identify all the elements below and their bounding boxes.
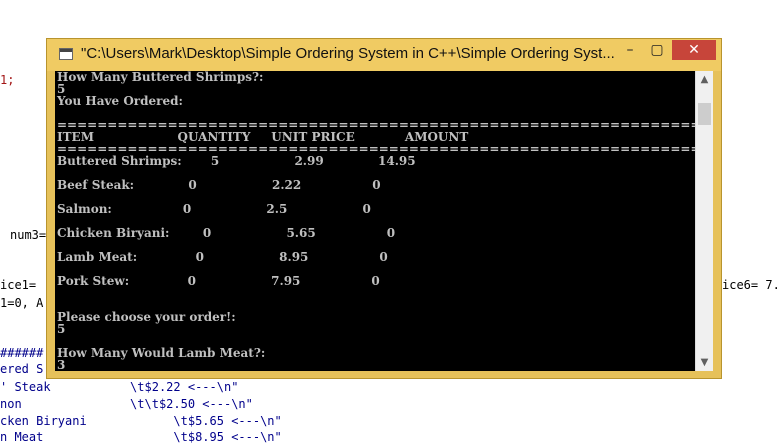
maximize-button[interactable]: ▢ bbox=[644, 40, 670, 60]
console-line: 3 bbox=[57, 358, 66, 371]
vertical-scrollbar[interactable]: ▲ ▼ bbox=[695, 71, 713, 371]
console-app-icon[interactable] bbox=[59, 48, 73, 60]
scrollbar-thumb[interactable] bbox=[698, 103, 711, 125]
console-line: Pork Stew: 0 7.95 0 bbox=[57, 274, 380, 288]
console-line: How Many Would Lamb Meat?: bbox=[57, 346, 266, 360]
code-fragment: ###### bbox=[0, 346, 44, 360]
console-line: You Have Ordered: bbox=[57, 94, 183, 108]
code-fragment: ered S bbox=[0, 362, 44, 376]
console-line: How Many Buttered Shrimps?: bbox=[57, 71, 264, 84]
console-line: Beef Steak: 0 2.22 0 bbox=[57, 178, 381, 192]
code-fragment: ice6= 7. bbox=[722, 278, 779, 292]
minimize-button[interactable]: – bbox=[617, 40, 643, 60]
console-line: Chicken Biryani: 0 5.65 0 bbox=[57, 226, 396, 240]
scroll-up-arrow-icon[interactable]: ▲ bbox=[696, 71, 713, 88]
code-fragment: 1; bbox=[0, 73, 15, 87]
window-title: "C:\Users\Mark\Desktop\Simple Ordering S… bbox=[81, 45, 615, 62]
code-fragment: ' Steak \t$2.22 <---\n" bbox=[0, 380, 239, 394]
console-output[interactable]: How Many Buttered Shrimps?: 5 You Have Ord… bbox=[55, 71, 695, 371]
code-fragment: ice1= bbox=[0, 278, 37, 292]
code-fragment: non \t\t$2.50 <---\n" bbox=[0, 397, 253, 411]
console-window[interactable]: "C:\Users\Mark\Desktop\Simple Ordering S… bbox=[46, 38, 722, 379]
title-bar[interactable]: "C:\Users\Mark\Desktop\Simple Ordering S… bbox=[47, 39, 721, 71]
close-button[interactable]: ✕ bbox=[672, 40, 716, 60]
console-line: Salmon: 0 2.5 0 bbox=[57, 202, 371, 216]
code-fragment: n Meat \t$8.95 <---\n" bbox=[0, 430, 282, 444]
console-line: Buttered Shrimps: 5 2.99 14.95 bbox=[57, 154, 416, 168]
console-line: Lamb Meat: 0 8.95 0 bbox=[57, 250, 388, 264]
code-fragment: 1=0, A bbox=[0, 296, 44, 310]
console-text: How Many Buttered Shrimps?: 5 You Have Ord… bbox=[57, 71, 695, 371]
code-fragment: num3= bbox=[10, 228, 47, 242]
code-fragment: cken Biryani \t$5.65 <---\n" bbox=[0, 414, 282, 428]
scroll-down-arrow-icon[interactable]: ▼ bbox=[696, 354, 713, 371]
console-line: 5 bbox=[57, 322, 66, 336]
console-line: Please choose your order!: bbox=[57, 310, 236, 324]
